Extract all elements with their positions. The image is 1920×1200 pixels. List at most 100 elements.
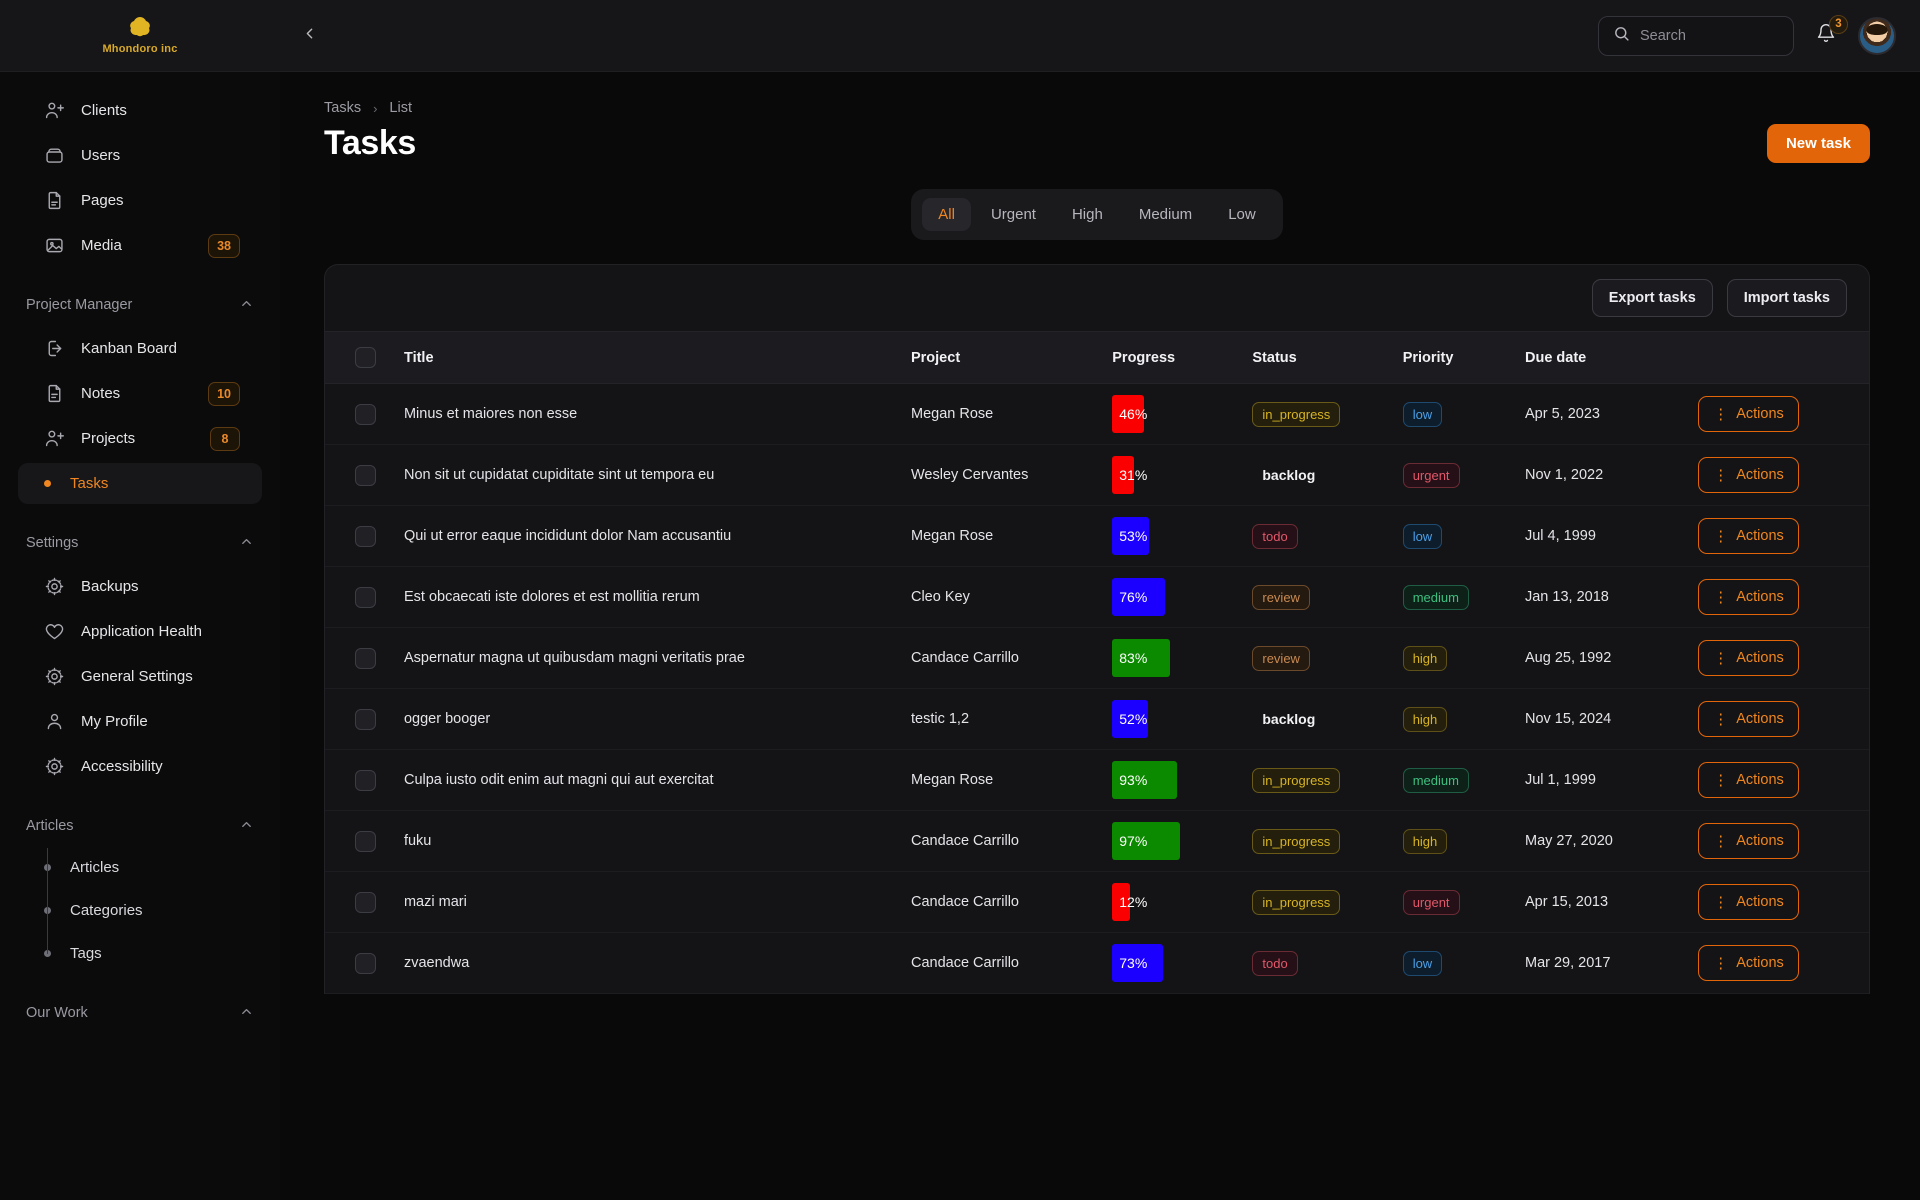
filter-tab-all[interactable]: All xyxy=(922,198,971,231)
search-box[interactable]: Search xyxy=(1598,16,1794,56)
table-row[interactable]: ogger boogertestic 1,252%backloghighNov … xyxy=(325,689,1869,750)
row-actions-button[interactable]: ⋮Actions xyxy=(1698,823,1799,859)
sidebar-item-projects[interactable]: Projects8 xyxy=(18,418,262,459)
row-checkbox[interactable] xyxy=(355,587,376,608)
sidebar-item-users[interactable]: Users xyxy=(18,135,262,176)
filter-tab-urgent[interactable]: Urgent xyxy=(975,198,1052,231)
column-header-status[interactable]: Status xyxy=(1252,332,1402,384)
column-header-due-date[interactable]: Due date xyxy=(1525,332,1698,384)
sidebar-item-my-profile[interactable]: My Profile xyxy=(18,701,262,742)
avatar[interactable] xyxy=(1858,17,1896,55)
table-row[interactable]: Minus et maiores non esseMegan Rose46%in… xyxy=(325,384,1869,445)
cell-due-date: Apr 15, 2013 xyxy=(1525,872,1698,933)
cell-progress: 73% xyxy=(1112,933,1252,994)
cell-status: backlog xyxy=(1252,445,1402,506)
table-row[interactable]: Qui ut error eaque incididunt dolor Nam … xyxy=(325,506,1869,567)
row-checkbox[interactable] xyxy=(355,770,376,791)
brand-logo[interactable]: Mhondoro inc xyxy=(0,16,280,55)
sidebar-item-accessibility[interactable]: Accessibility xyxy=(18,746,262,787)
column-header-priority[interactable]: Priority xyxy=(1403,332,1525,384)
sidebar-item-media[interactable]: Media38 xyxy=(18,225,262,266)
row-checkbox[interactable] xyxy=(355,831,376,852)
notifications-button[interactable]: 3 xyxy=(1812,21,1840,51)
row-actions-button[interactable]: ⋮Actions xyxy=(1698,518,1799,554)
main-content: Tasks › List Tasks New task AllUrgentHig… xyxy=(280,72,1920,1200)
row-actions-label: Actions xyxy=(1736,650,1784,666)
export-tasks-button[interactable]: Export tasks xyxy=(1592,279,1713,317)
row-actions-button[interactable]: ⋮Actions xyxy=(1698,457,1799,493)
cell-progress: 46% xyxy=(1112,384,1252,445)
column-header-progress[interactable]: Progress xyxy=(1112,332,1252,384)
search-input-placeholder[interactable]: Search xyxy=(1640,28,1686,44)
column-header-title[interactable]: Title xyxy=(404,332,911,384)
sidebar-item-application-health[interactable]: Application Health xyxy=(18,611,262,652)
import-tasks-button[interactable]: Import tasks xyxy=(1727,279,1847,317)
breadcrumb-parent[interactable]: Tasks xyxy=(324,100,361,116)
sidebar-item-backups[interactable]: Backups xyxy=(18,566,262,607)
row-actions-button[interactable]: ⋮Actions xyxy=(1698,396,1799,432)
row-actions-button[interactable]: ⋮Actions xyxy=(1698,640,1799,676)
sidebar-item-label: Tasks xyxy=(70,475,108,492)
table-row[interactable]: fukuCandace Carrillo97%in_progresshighMa… xyxy=(325,811,1869,872)
sidebar-item-clients[interactable]: Clients xyxy=(18,90,262,131)
row-checkbox[interactable] xyxy=(355,892,376,913)
row-actions-label: Actions xyxy=(1736,406,1784,422)
cell-title: zvaendwa xyxy=(404,933,911,994)
row-checkbox[interactable] xyxy=(355,953,376,974)
row-checkbox[interactable] xyxy=(355,465,376,486)
row-checkbox[interactable] xyxy=(355,404,376,425)
chevron-up-icon xyxy=(239,817,254,836)
sidebar-item-label: My Profile xyxy=(81,713,240,730)
sidebar-section-articles[interactable]: Articles xyxy=(0,807,280,845)
sidebar-item-pages[interactable]: Pages xyxy=(18,180,262,221)
sidebar-item-articles[interactable]: Articles xyxy=(18,847,262,888)
cell-actions: ⋮Actions xyxy=(1698,445,1869,506)
sidebar-item-general-settings[interactable]: General Settings xyxy=(18,656,262,697)
row-select-cell xyxy=(325,933,404,994)
table-row[interactable]: Aspernatur magna ut quibusdam magni veri… xyxy=(325,628,1869,689)
row-checkbox[interactable] xyxy=(355,648,376,669)
sidebar-item-categories[interactable]: Categories xyxy=(18,890,262,931)
filter-tab-medium[interactable]: Medium xyxy=(1123,198,1208,231)
progress-bar: 93% xyxy=(1112,761,1177,799)
cell-actions: ⋮Actions xyxy=(1698,811,1869,872)
table-row[interactable]: mazi mariCandace Carrillo12%in_progressu… xyxy=(325,872,1869,933)
priority-badge: medium xyxy=(1403,585,1469,610)
cell-title: Est obcaecati iste dolores et est mollit… xyxy=(404,567,911,628)
row-checkbox[interactable] xyxy=(355,709,376,730)
sidebar: ClientsUsersPagesMedia38 Project Manager… xyxy=(0,72,280,1200)
sidebar-item-kanban-board[interactable]: Kanban Board xyxy=(18,328,262,369)
column-header-project[interactable]: Project xyxy=(911,332,1112,384)
row-actions-button[interactable]: ⋮Actions xyxy=(1698,762,1799,798)
row-actions-button[interactable]: ⋮Actions xyxy=(1698,579,1799,615)
cell-due-date: Apr 5, 2023 xyxy=(1525,384,1698,445)
filter-tab-low[interactable]: Low xyxy=(1212,198,1272,231)
filter-row: AllUrgentHighMediumLow xyxy=(324,189,1870,240)
row-actions-button[interactable]: ⋮Actions xyxy=(1698,701,1799,737)
table-row[interactable]: Est obcaecati iste dolores et est mollit… xyxy=(325,567,1869,628)
row-actions-label: Actions xyxy=(1736,711,1784,727)
sidebar-section-project-manager[interactable]: Project Manager xyxy=(0,286,280,324)
sidebar-section-settings[interactable]: Settings xyxy=(0,524,280,562)
table-row[interactable]: Non sit ut cupidatat cupiditate sint ut … xyxy=(325,445,1869,506)
cell-project: Megan Rose xyxy=(911,506,1112,567)
table-row[interactable]: zvaendwaCandace Carrillo73%todolowMar 29… xyxy=(325,933,1869,994)
sidebar-item-label: General Settings xyxy=(81,668,240,685)
sidebar-section-label: Project Manager xyxy=(26,297,132,313)
row-select-cell xyxy=(325,384,404,445)
cell-status: in_progress xyxy=(1252,384,1402,445)
new-task-button[interactable]: New task xyxy=(1767,124,1870,163)
sidebar-collapse-button[interactable] xyxy=(290,17,328,55)
sidebar-item-notes[interactable]: Notes10 xyxy=(18,373,262,414)
sidebar-item-tasks[interactable]: Tasks xyxy=(18,463,262,504)
row-actions-button[interactable]: ⋮Actions xyxy=(1698,884,1799,920)
row-actions-button[interactable]: ⋮Actions xyxy=(1698,945,1799,981)
select-all-checkbox[interactable] xyxy=(355,347,376,368)
row-checkbox[interactable] xyxy=(355,526,376,547)
progress-bar: 12% xyxy=(1112,883,1130,921)
table-row[interactable]: Culpa iusto odit enim aut magni qui aut … xyxy=(325,750,1869,811)
status-badge: in_progress xyxy=(1252,890,1340,915)
sidebar-item-tags[interactable]: Tags xyxy=(18,933,262,974)
filter-tab-high[interactable]: High xyxy=(1056,198,1119,231)
sidebar-section-our-work[interactable]: Our Work xyxy=(0,994,280,1032)
